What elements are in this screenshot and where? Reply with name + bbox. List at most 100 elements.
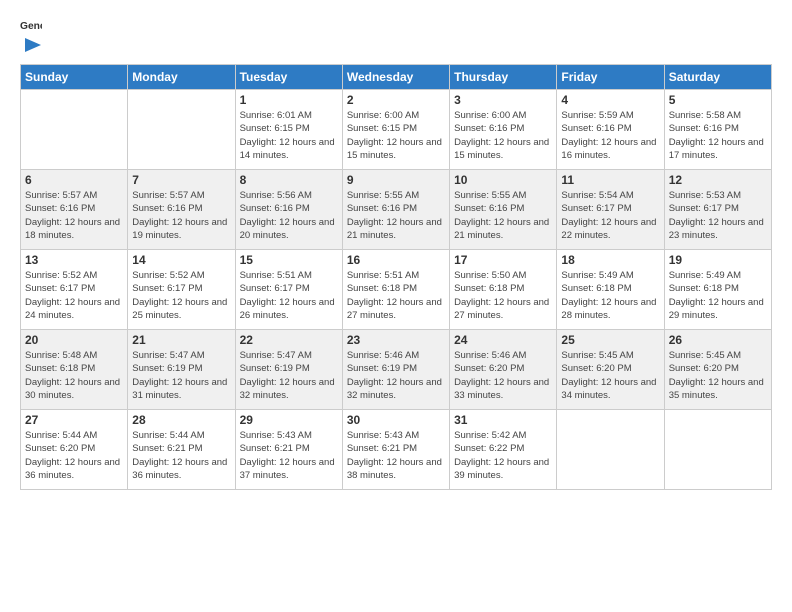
calendar-cell bbox=[128, 90, 235, 170]
day-info: Sunrise: 5:51 AMSunset: 6:17 PMDaylight:… bbox=[240, 269, 338, 322]
day-info: Sunrise: 5:42 AMSunset: 6:22 PMDaylight:… bbox=[454, 429, 552, 482]
calendar-cell bbox=[21, 90, 128, 170]
calendar-cell: 27 Sunrise: 5:44 AMSunset: 6:20 PMDayligh… bbox=[21, 410, 128, 490]
day-number: 13 bbox=[25, 253, 123, 267]
header: General bbox=[20, 16, 772, 54]
calendar-cell: 3 Sunrise: 6:00 AMSunset: 6:16 PMDaylight… bbox=[450, 90, 557, 170]
weekday-header-friday: Friday bbox=[557, 65, 664, 90]
day-number: 1 bbox=[240, 93, 338, 107]
calendar-cell: 7 Sunrise: 5:57 AMSunset: 6:16 PMDaylight… bbox=[128, 170, 235, 250]
weekday-header-saturday: Saturday bbox=[664, 65, 771, 90]
day-info: Sunrise: 5:55 AMSunset: 6:16 PMDaylight:… bbox=[454, 189, 552, 242]
calendar-cell: 11Sunrise: 5:54 AMSunset: 6:17 PMDayligh… bbox=[557, 170, 664, 250]
calendar-cell: 10 Sunrise: 5:55 AMSunset: 6:16 PMDayligh… bbox=[450, 170, 557, 250]
weekday-header-monday: Monday bbox=[128, 65, 235, 90]
calendar-cell: 1 Sunrise: 6:01 AMSunset: 6:15 PMDaylight… bbox=[235, 90, 342, 170]
day-number: 27 bbox=[25, 413, 123, 427]
calendar-cell: 12 Sunrise: 5:53 AMSunset: 6:17 PMDayligh… bbox=[664, 170, 771, 250]
calendar-table: SundayMondayTuesdayWednesdayThursdayFrid… bbox=[20, 64, 772, 490]
calendar-cell: 6Sunrise: 5:57 AMSunset: 6:16 PMDaylight… bbox=[21, 170, 128, 250]
day-number: 9 bbox=[347, 173, 445, 187]
day-number: 29 bbox=[240, 413, 338, 427]
calendar-cell: 17 Sunrise: 5:50 AMSunset: 6:18 PMDayligh… bbox=[450, 250, 557, 330]
day-number: 24 bbox=[454, 333, 552, 347]
day-info: Sunrise: 5:47 AMSunset: 6:19 PMDaylight:… bbox=[240, 349, 338, 402]
calendar-cell: 4Sunrise: 5:59 AMSunset: 6:16 PMDaylight… bbox=[557, 90, 664, 170]
day-info: Sunrise: 5:48 AMSunset: 6:18 PMDaylight:… bbox=[25, 349, 123, 402]
calendar-cell: 18Sunrise: 5:49 AMSunset: 6:18 PMDayligh… bbox=[557, 250, 664, 330]
logo-flag-icon bbox=[21, 36, 43, 54]
day-info: Sunrise: 5:51 AMSunset: 6:18 PMDaylight:… bbox=[347, 269, 445, 322]
day-info: Sunrise: 5:52 AMSunset: 6:17 PMDaylight:… bbox=[25, 269, 123, 322]
weekday-header-sunday: Sunday bbox=[21, 65, 128, 90]
day-number: 28 bbox=[132, 413, 230, 427]
calendar-cell: 8Sunrise: 5:56 AMSunset: 6:16 PMDaylight… bbox=[235, 170, 342, 250]
calendar-cell: 5 Sunrise: 5:58 AMSunset: 6:16 PMDaylight… bbox=[664, 90, 771, 170]
calendar-cell: 15 Sunrise: 5:51 AMSunset: 6:17 PMDayligh… bbox=[235, 250, 342, 330]
day-info: Sunrise: 5:43 AMSunset: 6:21 PMDaylight:… bbox=[347, 429, 445, 482]
logo: General bbox=[20, 16, 42, 38]
calendar-week-row: 6Sunrise: 5:57 AMSunset: 6:16 PMDaylight… bbox=[21, 170, 772, 250]
day-info: Sunrise: 5:44 AMSunset: 6:21 PMDaylight:… bbox=[132, 429, 230, 482]
calendar-week-row: 13 Sunrise: 5:52 AMSunset: 6:17 PMDayligh… bbox=[21, 250, 772, 330]
calendar-cell: 19Sunrise: 5:49 AMSunset: 6:18 PMDayligh… bbox=[664, 250, 771, 330]
calendar-cell: 24 Sunrise: 5:46 AMSunset: 6:20 PMDayligh… bbox=[450, 330, 557, 410]
calendar-cell: 29Sunrise: 5:43 AMSunset: 6:21 PMDayligh… bbox=[235, 410, 342, 490]
day-info: Sunrise: 5:59 AMSunset: 6:16 PMDaylight:… bbox=[561, 109, 659, 162]
day-number: 17 bbox=[454, 253, 552, 267]
weekday-header-row: SundayMondayTuesdayWednesdayThursdayFrid… bbox=[21, 65, 772, 90]
day-info: Sunrise: 5:58 AMSunset: 6:16 PMDaylight:… bbox=[669, 109, 767, 162]
day-number: 16 bbox=[347, 253, 445, 267]
weekday-header-thursday: Thursday bbox=[450, 65, 557, 90]
calendar-cell: 13 Sunrise: 5:52 AMSunset: 6:17 PMDayligh… bbox=[21, 250, 128, 330]
day-number: 26 bbox=[669, 333, 767, 347]
day-number: 31 bbox=[454, 413, 552, 427]
calendar-cell: 25Sunrise: 5:45 AMSunset: 6:20 PMDayligh… bbox=[557, 330, 664, 410]
day-number: 5 bbox=[669, 93, 767, 107]
day-info: Sunrise: 5:49 AMSunset: 6:18 PMDaylight:… bbox=[669, 269, 767, 322]
weekday-header-tuesday: Tuesday bbox=[235, 65, 342, 90]
day-info: Sunrise: 6:00 AMSunset: 6:15 PMDaylight:… bbox=[347, 109, 445, 162]
calendar-cell: 28 Sunrise: 5:44 AMSunset: 6:21 PMDayligh… bbox=[128, 410, 235, 490]
day-number: 20 bbox=[25, 333, 123, 347]
day-info: Sunrise: 6:00 AMSunset: 6:16 PMDaylight:… bbox=[454, 109, 552, 162]
calendar-cell: 22 Sunrise: 5:47 AMSunset: 6:19 PMDayligh… bbox=[235, 330, 342, 410]
day-info: Sunrise: 5:50 AMSunset: 6:18 PMDaylight:… bbox=[454, 269, 552, 322]
calendar-cell: 14 Sunrise: 5:52 AMSunset: 6:17 PMDayligh… bbox=[128, 250, 235, 330]
day-info: Sunrise: 6:01 AMSunset: 6:15 PMDaylight:… bbox=[240, 109, 338, 162]
logo-area: General bbox=[20, 16, 44, 54]
day-info: Sunrise: 5:47 AMSunset: 6:19 PMDaylight:… bbox=[132, 349, 230, 402]
day-info: Sunrise: 5:55 AMSunset: 6:16 PMDaylight:… bbox=[347, 189, 445, 242]
day-number: 8 bbox=[240, 173, 338, 187]
calendar-week-row: 27 Sunrise: 5:44 AMSunset: 6:20 PMDayligh… bbox=[21, 410, 772, 490]
day-info: Sunrise: 5:57 AMSunset: 6:16 PMDaylight:… bbox=[25, 189, 123, 242]
day-number: 15 bbox=[240, 253, 338, 267]
day-info: Sunrise: 5:53 AMSunset: 6:17 PMDaylight:… bbox=[669, 189, 767, 242]
day-info: Sunrise: 5:44 AMSunset: 6:20 PMDaylight:… bbox=[25, 429, 123, 482]
calendar-cell: 23Sunrise: 5:46 AMSunset: 6:19 PMDayligh… bbox=[342, 330, 449, 410]
calendar-cell: 30Sunrise: 5:43 AMSunset: 6:21 PMDayligh… bbox=[342, 410, 449, 490]
day-number: 12 bbox=[669, 173, 767, 187]
day-number: 21 bbox=[132, 333, 230, 347]
day-number: 22 bbox=[240, 333, 338, 347]
logo-icon: General bbox=[20, 16, 42, 38]
calendar-cell: 20 Sunrise: 5:48 AMSunset: 6:18 PMDayligh… bbox=[21, 330, 128, 410]
calendar-cell: 31 Sunrise: 5:42 AMSunset: 6:22 PMDayligh… bbox=[450, 410, 557, 490]
day-info: Sunrise: 5:54 AMSunset: 6:17 PMDaylight:… bbox=[561, 189, 659, 242]
calendar-cell: 21 Sunrise: 5:47 AMSunset: 6:19 PMDayligh… bbox=[128, 330, 235, 410]
day-number: 18 bbox=[561, 253, 659, 267]
calendar-cell bbox=[664, 410, 771, 490]
day-info: Sunrise: 5:52 AMSunset: 6:17 PMDaylight:… bbox=[132, 269, 230, 322]
svg-text:General: General bbox=[20, 21, 42, 32]
day-number: 7 bbox=[132, 173, 230, 187]
page: General SundayMondayTuesdayWednesdayThur… bbox=[0, 0, 792, 612]
calendar-cell: 9 Sunrise: 5:55 AMSunset: 6:16 PMDaylight… bbox=[342, 170, 449, 250]
day-info: Sunrise: 5:57 AMSunset: 6:16 PMDaylight:… bbox=[132, 189, 230, 242]
day-number: 14 bbox=[132, 253, 230, 267]
day-number: 3 bbox=[454, 93, 552, 107]
calendar-cell bbox=[557, 410, 664, 490]
calendar-cell: 26Sunrise: 5:45 AMSunset: 6:20 PMDayligh… bbox=[664, 330, 771, 410]
day-info: Sunrise: 5:46 AMSunset: 6:20 PMDaylight:… bbox=[454, 349, 552, 402]
calendar-cell: 16 Sunrise: 5:51 AMSunset: 6:18 PMDayligh… bbox=[342, 250, 449, 330]
day-number: 10 bbox=[454, 173, 552, 187]
